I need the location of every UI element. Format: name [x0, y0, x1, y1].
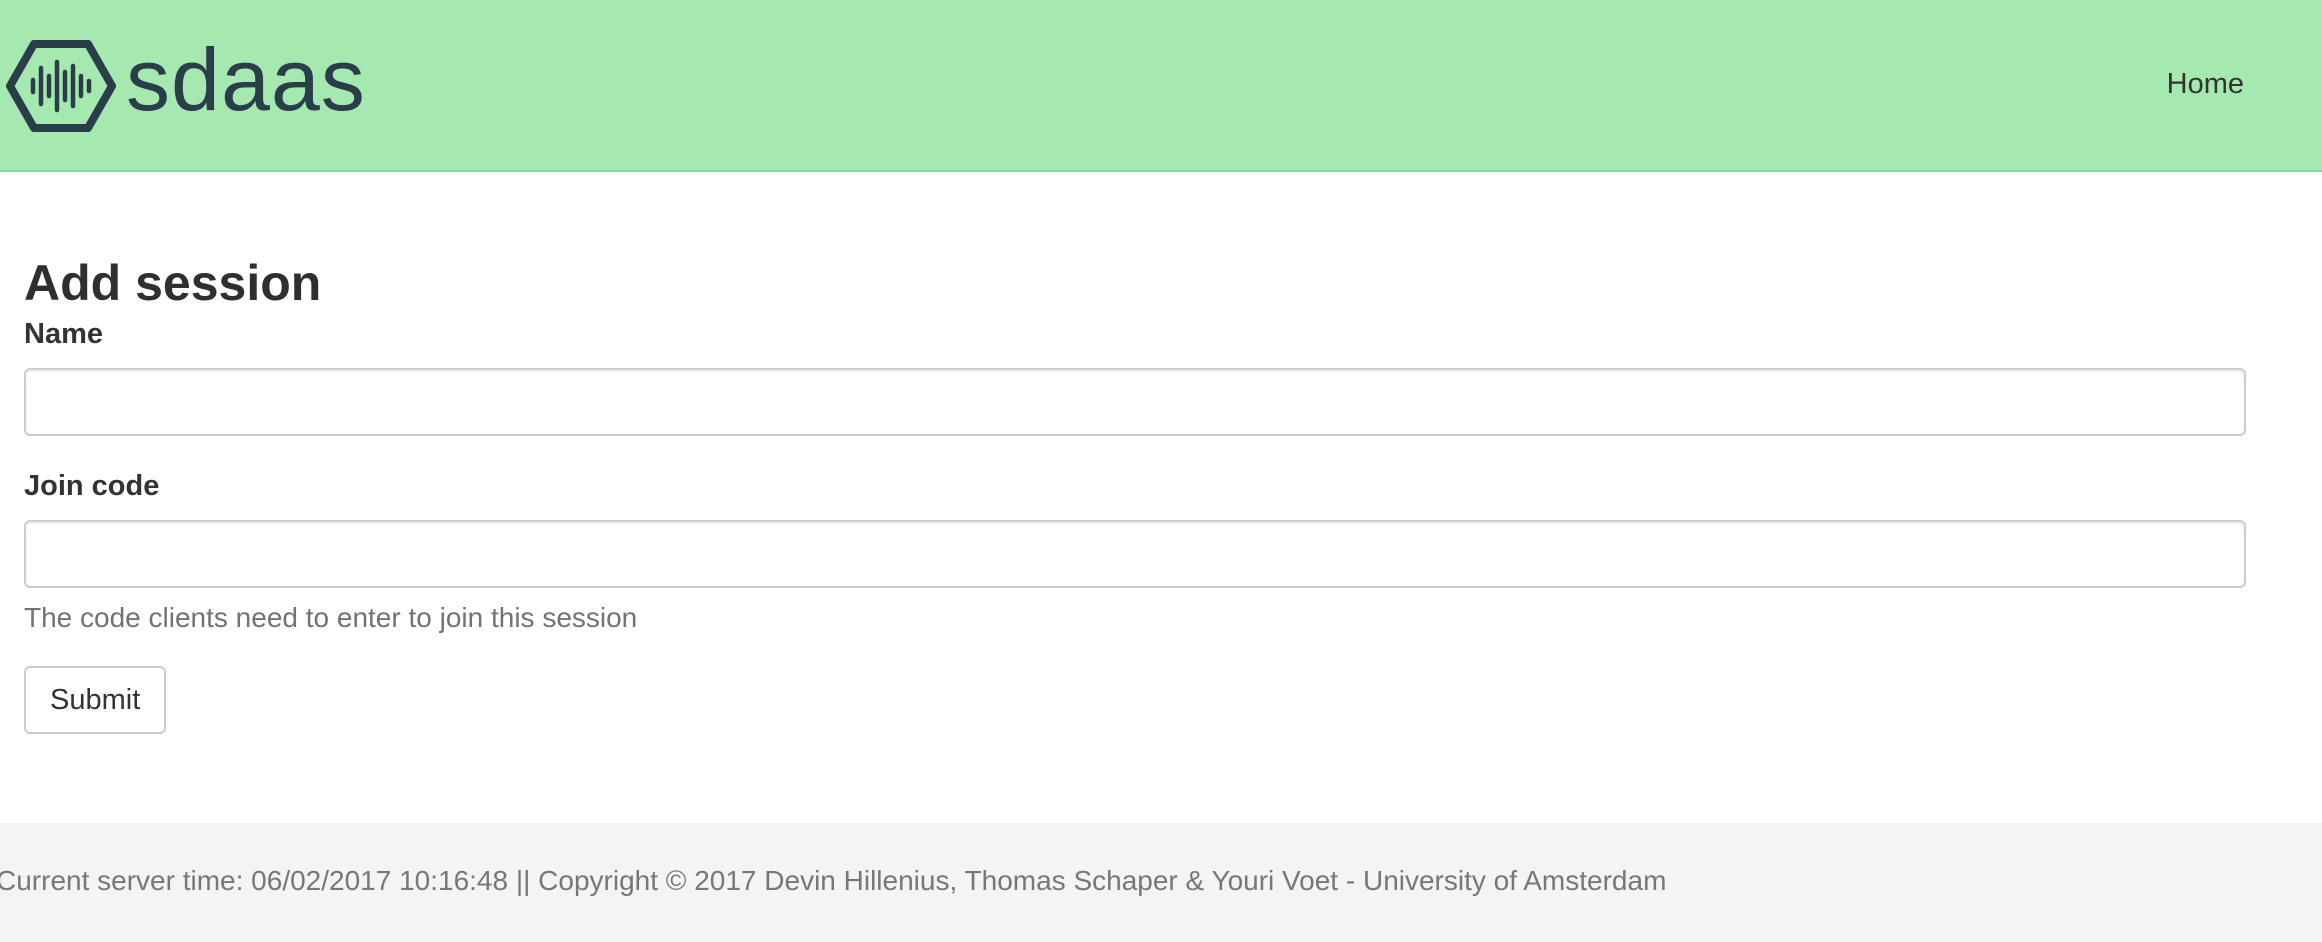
top-navbar: sdaas Home — [0, 0, 2322, 172]
name-form-group: Name — [24, 316, 2246, 436]
submit-button[interactable]: Submit — [24, 666, 167, 734]
brand-link[interactable]: sdaas — [6, 32, 366, 136]
page-title: Add session — [24, 255, 322, 311]
join-code-help-text: The code clients need to enter to join t… — [24, 602, 638, 633]
name-label: Name — [24, 318, 103, 350]
join-code-label: Join code — [24, 470, 160, 502]
join-code-input[interactable] — [24, 520, 2246, 588]
main-content: Add session Name Join code The code clie… — [24, 250, 2246, 734]
footer-text: Current server time: 06/02/2017 10:16:48… — [0, 865, 1667, 896]
name-input[interactable] — [24, 368, 2246, 436]
join-code-form-group: Join code The code clients need to enter… — [24, 468, 2246, 638]
footer: Current server time: 06/02/2017 10:16:48… — [0, 823, 2322, 942]
sound-wave-hexagon-icon — [6, 40, 116, 132]
nav-home-link[interactable]: Home — [2167, 66, 2244, 102]
brand-name: sdaas — [126, 30, 366, 129]
